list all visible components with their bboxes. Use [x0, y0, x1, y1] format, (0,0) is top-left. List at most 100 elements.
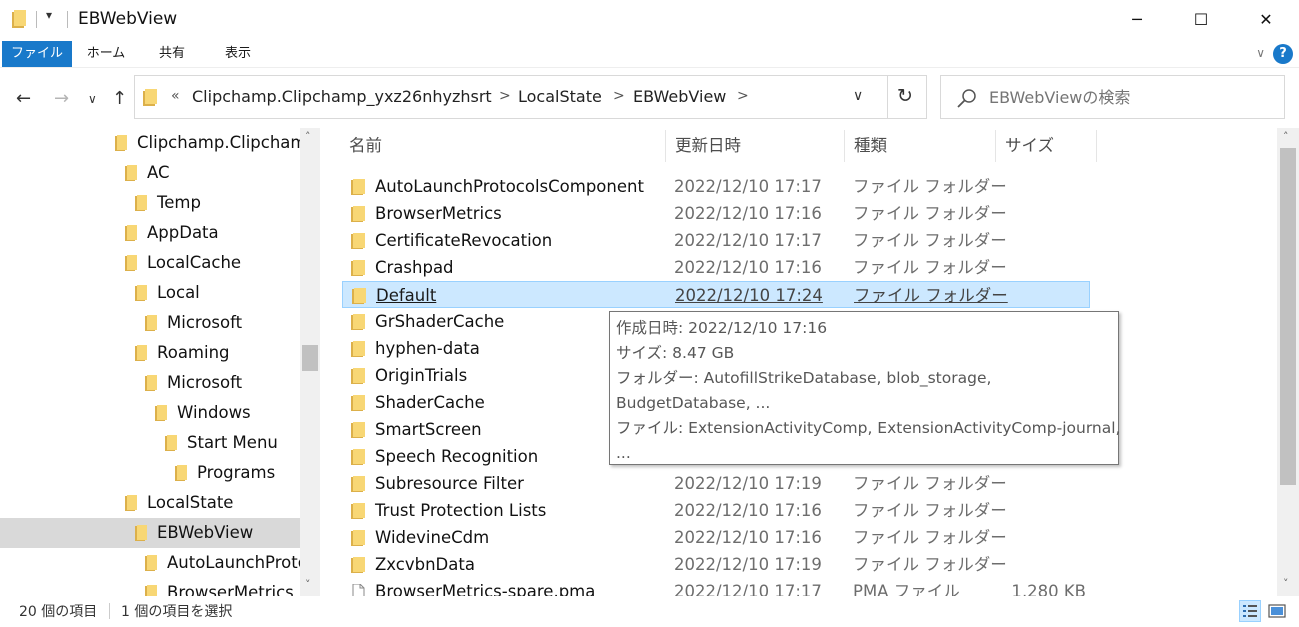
refresh-button[interactable]: ↻: [897, 85, 913, 107]
column-divider[interactable]: [665, 130, 666, 162]
tree-item[interactable]: Clipchamp.Clipchamp_yxz26nhyzhsrt: [0, 128, 300, 158]
file-row[interactable]: Trust Protection Lists 2022/12/10 17:16 ファ…: [342, 497, 1090, 524]
column-divider[interactable]: [995, 130, 996, 162]
file-row[interactable]: AutoLaunchProtocolsComponent 2022/12/10 1…: [342, 173, 1090, 200]
tree-item[interactable]: Local: [0, 278, 300, 308]
file-name: CertificateRevocation: [375, 231, 553, 250]
folder-icon: [145, 315, 157, 331]
tree-item[interactable]: LocalState: [0, 488, 300, 518]
ribbon-tabs: ファイル ホーム 共有 表示: [0, 38, 1299, 68]
search-icon: [957, 89, 976, 108]
file-row[interactable]: BrowserMetrics 2022/12/10 17:16 ファイル フォルダー: [342, 200, 1090, 227]
folder-icon: [135, 345, 147, 361]
file-row[interactable]: CertificateRevocation 2022/12/10 17:17 ファイ…: [342, 227, 1090, 254]
tab-file[interactable]: ファイル: [2, 41, 72, 67]
tree-item-label: Microsoft: [167, 373, 243, 392]
tree-item[interactable]: AppData: [0, 218, 300, 248]
scrollbar-thumb[interactable]: [1280, 148, 1296, 485]
tree-item[interactable]: Roaming: [0, 338, 300, 368]
file-name: GrShaderCache: [375, 312, 505, 331]
address-dropdown-icon[interactable]: ∨: [853, 88, 863, 104]
ribbon-expand-icon[interactable]: ∨: [1256, 46, 1265, 60]
file-date: 2022/12/10 17:16: [674, 258, 822, 277]
folder-icon: [125, 165, 137, 181]
breadcrumb-separator[interactable]: >: [499, 88, 511, 104]
file-row[interactable]: Subresource Filter 2022/12/10 17:19 ファイル フ…: [342, 470, 1090, 497]
folder-icon: [351, 206, 365, 222]
folder-icon: [125, 495, 137, 511]
breadcrumb-item[interactable]: LocalState: [518, 87, 602, 106]
tab-view[interactable]: 表示: [216, 41, 260, 67]
tree-item-label: BrowserMetrics: [167, 583, 294, 596]
tree-item[interactable]: LocalCache: [0, 248, 300, 278]
tooltip-line: サイズ: 8.47 GB: [616, 344, 735, 362]
file-type: ファイル フォルダー: [853, 258, 1007, 277]
quick-access-dropdown-icon[interactable]: ▾: [46, 8, 52, 22]
file-icon: [352, 584, 365, 596]
column-divider[interactable]: [844, 130, 845, 162]
file-row[interactable]: Default 2022/12/10 17:24 ファイル フォルダー: [342, 281, 1090, 308]
file-name: Crashpad: [375, 258, 454, 277]
breadcrumb-item[interactable]: EBWebView: [633, 87, 726, 106]
explorer-window: ▾ EBWebView ─ ☐ ✕ ファイル ホーム 共有 表示 ∨ ? ← →…: [0, 0, 1299, 627]
scroll-down-icon[interactable]: ˅: [1283, 577, 1289, 590]
tree-item[interactable]: Windows: [0, 398, 300, 428]
file-name: ZxcvbnData: [375, 555, 475, 574]
search-box[interactable]: [940, 75, 1285, 119]
folder-icon: [351, 503, 365, 519]
tree-item[interactable]: AC: [0, 158, 300, 188]
breadcrumb-item[interactable]: Clipchamp.Clipchamp_yxz26nhyzhsrt: [192, 87, 492, 106]
breadcrumb-separator[interactable]: >: [737, 88, 749, 104]
tree-item[interactable]: EBWebView: [0, 518, 300, 548]
tab-home[interactable]: ホーム: [84, 41, 128, 67]
file-type: ファイル フォルダー: [853, 204, 1007, 223]
tree-item-label: Roaming: [157, 343, 230, 362]
scroll-down-icon[interactable]: ˅: [305, 578, 311, 591]
address-overflow-icon[interactable]: «: [171, 88, 180, 104]
tree-item-label: Clipchamp.Clipchamp_yxz26nhyzhsrt: [137, 133, 300, 152]
column-divider[interactable]: [1096, 130, 1097, 162]
file-date: 2022/12/10 17:19: [674, 474, 822, 493]
large-icons-view-button[interactable]: [1266, 600, 1288, 622]
tree-item[interactable]: Start Menu: [0, 428, 300, 458]
tab-share[interactable]: 共有: [152, 41, 192, 67]
status-divider: [109, 603, 110, 619]
details-view-button[interactable]: [1239, 600, 1261, 622]
column-header-type[interactable]: 種類: [854, 128, 887, 164]
folder-icon: [351, 233, 365, 249]
title-separator: [36, 11, 37, 28]
minimize-button[interactable]: ─: [1114, 0, 1160, 38]
breadcrumb-separator[interactable]: >: [613, 88, 625, 104]
scroll-up-icon[interactable]: ˄: [1283, 130, 1289, 143]
recent-locations-button[interactable]: ∨: [88, 92, 97, 106]
tree-item-label: LocalState: [147, 493, 234, 512]
file-row[interactable]: ZxcvbnData 2022/12/10 17:19 ファイル フォルダー: [342, 551, 1090, 578]
tree-item[interactable]: Temp: [0, 188, 300, 218]
scrollbar-thumb[interactable]: [302, 345, 318, 371]
tree-item[interactable]: Microsoft: [0, 368, 300, 398]
back-button[interactable]: ←: [16, 88, 31, 109]
list-scrollbar[interactable]: ˄ ˅: [1277, 128, 1299, 596]
file-date: 2022/12/10 17:17: [674, 582, 822, 596]
file-row[interactable]: WidevineCdm 2022/12/10 17:16 ファイル フォルダー: [342, 524, 1090, 551]
address-bar[interactable]: « Clipchamp.Clipchamp_yxz26nhyzhsrt > Lo…: [134, 75, 927, 119]
folder-icon: [351, 395, 365, 411]
tree-item[interactable]: Microsoft: [0, 308, 300, 338]
tree-item[interactable]: AutoLaunchProtocolsComponent: [0, 548, 300, 578]
tree-item[interactable]: BrowserMetrics: [0, 578, 300, 596]
file-row[interactable]: Crashpad 2022/12/10 17:16 ファイル フォルダー: [342, 254, 1090, 281]
close-button[interactable]: ✕: [1243, 0, 1289, 38]
tree-item[interactable]: Programs: [0, 458, 300, 488]
tree-scrollbar[interactable]: ˄ ˅: [300, 128, 320, 596]
maximize-button[interactable]: ☐: [1178, 0, 1224, 38]
scroll-up-icon[interactable]: ˄: [305, 130, 311, 143]
folder-icon: [145, 585, 157, 596]
column-header-size[interactable]: サイズ: [1005, 128, 1054, 164]
forward-button[interactable]: →: [54, 88, 69, 109]
up-button[interactable]: ↑: [112, 88, 127, 109]
file-row[interactable]: BrowserMetrics-spare.pma 2022/12/10 17:17…: [342, 578, 1090, 596]
search-input[interactable]: [989, 84, 1269, 110]
column-header-name[interactable]: 名前: [349, 128, 382, 164]
column-header-date[interactable]: 更新日時: [675, 128, 741, 164]
help-button[interactable]: ?: [1273, 44, 1293, 64]
